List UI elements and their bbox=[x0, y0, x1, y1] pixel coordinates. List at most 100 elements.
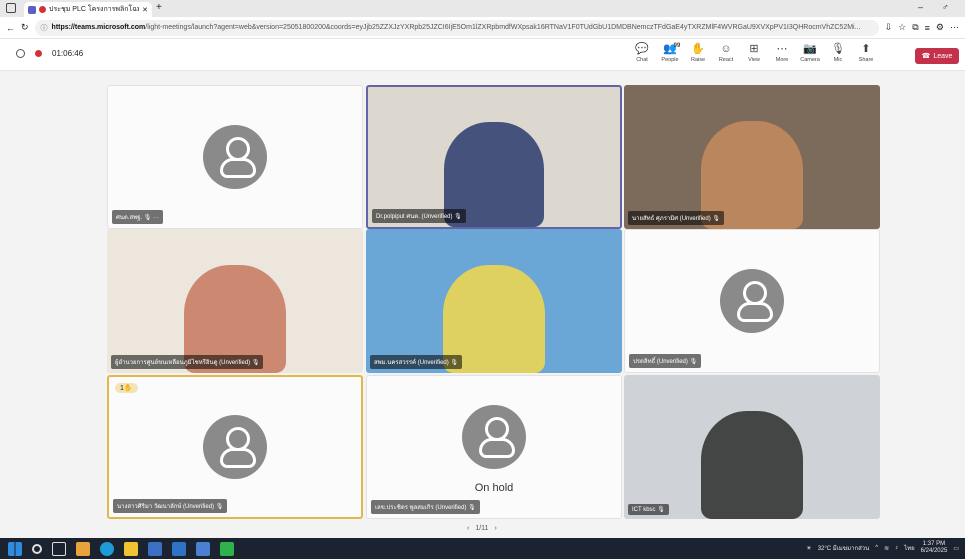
participant-tile[interactable]: ICT kbsc 🎙 bbox=[624, 375, 880, 519]
favorite-icon[interactable]: ☆ bbox=[898, 22, 906, 33]
participant-name: เลข.ประชิตร พูลสมเกิร (Unverified) 🎙 bbox=[371, 500, 480, 514]
leave-label: Leave bbox=[933, 52, 953, 60]
participant-name: ปรดลิทธิ์ (Unverified) 🎙 bbox=[629, 354, 702, 368]
control-raise[interactable]: ✋ Raise bbox=[684, 42, 712, 68]
participant-tile[interactable]: ปรดลิทธิ์ (Unverified) 🎙 bbox=[624, 229, 880, 373]
avatar-icon bbox=[203, 125, 267, 189]
control-label: People bbox=[661, 57, 679, 63]
tray-chevron-icon[interactable]: ^ bbox=[875, 545, 878, 551]
clock-date: 6/24/2025 bbox=[920, 548, 948, 554]
app-icon[interactable] bbox=[76, 541, 90, 556]
participant-name: Dr.polpiput ศนต. (Unverified) 🎙 bbox=[372, 209, 466, 223]
page-indicator: 1/11 bbox=[475, 525, 489, 532]
control-label: Mic bbox=[833, 57, 843, 63]
url-host: https://teams.microsoft.com bbox=[51, 24, 146, 31]
on-hold-label: On hold bbox=[474, 482, 514, 494]
share-icon: ⬆ bbox=[861, 43, 871, 55]
start-icon[interactable] bbox=[8, 541, 22, 556]
participant-tile[interactable]: นายสัทธ์ ศุภรามิศ (Unverified) 🎙 bbox=[624, 85, 880, 229]
control-share[interactable]: ⬆ Share bbox=[852, 42, 880, 68]
back-icon[interactable]: ← bbox=[6, 23, 15, 33]
next-page-button[interactable]: › bbox=[494, 525, 496, 532]
clock[interactable]: 1:37 PM 6/24/2025 bbox=[921, 541, 948, 555]
meeting-header: 01:06:46 💬 Chat 👥 99 People ✋ Raise ☺ React ⊞ View… bbox=[0, 39, 965, 71]
search-icon[interactable] bbox=[32, 543, 42, 554]
edge-icon[interactable] bbox=[100, 541, 114, 556]
control-view[interactable]: ⊞ View bbox=[740, 42, 768, 68]
participant-name: นายสัทธ์ ศุภรามิศ (Unverified) 🎙 bbox=[628, 211, 725, 225]
prev-page-button[interactable]: ‹ bbox=[467, 525, 469, 532]
view-icon: ⊞ bbox=[749, 43, 759, 55]
video-grid: ศนต.สพฐ. 🎙 ··· Dr.polpiput ศนต. (Unverifi… bbox=[0, 71, 965, 538]
control-camera[interactable]: 📷 Camera bbox=[796, 42, 824, 68]
url-path: /light-meetings/launch?agent=web&version… bbox=[145, 24, 861, 31]
participant-tile[interactable]: On hold เลข.ประชิตร พูลสมเกิร (Unverified… bbox=[366, 375, 622, 519]
participant-name: ICT kbsc 🎙 bbox=[628, 504, 669, 515]
app-icon[interactable] bbox=[196, 541, 210, 556]
new-tab-icon[interactable]: + bbox=[156, 2, 162, 13]
react-icon: ☺ bbox=[720, 43, 732, 55]
control-chat[interactable]: 💬 Chat bbox=[628, 42, 656, 68]
outlook-icon[interactable] bbox=[172, 541, 186, 556]
participant-tile[interactable]: ศนต.สพฐ. 🎙 ··· bbox=[107, 85, 363, 229]
wifi-icon[interactable]: ≋ bbox=[884, 545, 889, 552]
control-mic[interactable]: 🎙 Mic bbox=[824, 42, 852, 68]
participant-tile[interactable]: Dr.polpiput ศนต. (Unverified) 🎙 bbox=[366, 85, 622, 229]
browser-menu-icon[interactable]: ⋯ bbox=[950, 22, 959, 33]
shield-icon bbox=[16, 49, 25, 58]
participant-name: ผู้อำนวยการศูนย์ขนเหลือนภูมิไชหรีอินดู (… bbox=[111, 355, 264, 369]
video-feed bbox=[700, 411, 804, 519]
task-view-icon[interactable] bbox=[52, 541, 66, 556]
browser-tab[interactable]: ประชุม PLC โครงการพลิกโฉมโรงฯ ✕ bbox=[24, 2, 152, 17]
clock-time: 1:37 PM bbox=[922, 541, 946, 547]
people-count-badge: 99 bbox=[673, 43, 681, 49]
window-menu-icon[interactable] bbox=[6, 3, 16, 13]
raise-hand-icon: ✋ bbox=[691, 43, 705, 55]
participant-tile[interactable]: 1✋ นางสาวศิริมา วัฒนาลักษ์ (Unverified) 🎙 bbox=[107, 375, 363, 519]
avatar-icon bbox=[203, 415, 267, 479]
notification-icon[interactable]: ▭ bbox=[953, 545, 959, 552]
account-icon[interactable]: ♂ bbox=[942, 2, 949, 12]
split-screen-icon[interactable]: ⧉ bbox=[912, 22, 918, 33]
mic-icon: 🎙 bbox=[831, 43, 845, 55]
recording-icon bbox=[39, 6, 46, 13]
control-people[interactable]: 👥 99 People bbox=[656, 42, 684, 68]
address-bar[interactable]: ⓘ https://teams.microsoft.com/light-meet… bbox=[34, 19, 879, 36]
favorites-bar-icon[interactable]: ≡ bbox=[925, 23, 930, 33]
volume-icon[interactable]: ♪ bbox=[895, 545, 898, 551]
raised-hand-badge: 1✋ bbox=[115, 383, 138, 393]
meeting-timer: 01:06:46 bbox=[52, 49, 84, 58]
browser-tab-bar: ประชุม PLC โครงการพลิกโฉมโรงฯ ✕ + – ♂ bbox=[0, 0, 965, 17]
participant-name: สพม.นครสวรรค์ (Unverified) 🎙 bbox=[370, 355, 463, 369]
more-icon: ⋯ bbox=[776, 43, 788, 55]
control-react[interactable]: ☺ React bbox=[712, 42, 740, 68]
app-icon[interactable] bbox=[148, 541, 162, 556]
control-more[interactable]: ⋯ More bbox=[768, 42, 796, 68]
download-icon[interactable]: ⇩ bbox=[885, 22, 893, 33]
close-tab-icon[interactable]: ✕ bbox=[142, 6, 148, 14]
extensions-icon[interactable]: ⚙ bbox=[936, 22, 944, 33]
weather-text: 32°C มีเมฆมากส่วน bbox=[817, 546, 870, 552]
input-language[interactable]: ไทย bbox=[904, 543, 915, 553]
refresh-icon[interactable]: ↻ bbox=[21, 22, 29, 33]
file-explorer-icon[interactable] bbox=[124, 541, 138, 556]
control-label: React bbox=[718, 57, 734, 63]
line-icon[interactable] bbox=[220, 541, 234, 556]
site-info-icon[interactable]: ⓘ bbox=[41, 23, 48, 33]
phone-hangup-icon: ☎ bbox=[921, 53, 931, 60]
participant-name: ศนต.สพฐ. 🎙 ··· bbox=[112, 210, 164, 224]
control-label: Camera bbox=[800, 57, 820, 63]
control-label: Share bbox=[858, 57, 874, 63]
meeting-controls: 💬 Chat 👥 99 People ✋ Raise ☺ React ⊞ View ⋯ More 📷 Cam… bbox=[628, 42, 880, 68]
chat-icon: 💬 bbox=[635, 43, 649, 55]
system-tray: ☀ 32°C มีเมฆมากส่วน ^ ≋ ♪ ไทย 1:37 PM 6/… bbox=[806, 541, 959, 555]
minimize-icon[interactable]: – bbox=[918, 2, 923, 12]
avatar-icon bbox=[720, 269, 784, 333]
participant-tile[interactable]: สพม.นครสวรรค์ (Unverified) 🎙 bbox=[366, 229, 622, 373]
control-label: Chat bbox=[636, 57, 648, 63]
leave-button[interactable]: ☎ Leave bbox=[915, 48, 959, 64]
weather-icon: ☀ bbox=[806, 545, 812, 552]
teams-icon bbox=[28, 5, 36, 14]
participant-tile[interactable]: ผู้อำนวยการศูนย์ขนเหลือนภูมิไชหรีอินดู (… bbox=[107, 229, 363, 373]
control-label: More bbox=[775, 57, 789, 63]
